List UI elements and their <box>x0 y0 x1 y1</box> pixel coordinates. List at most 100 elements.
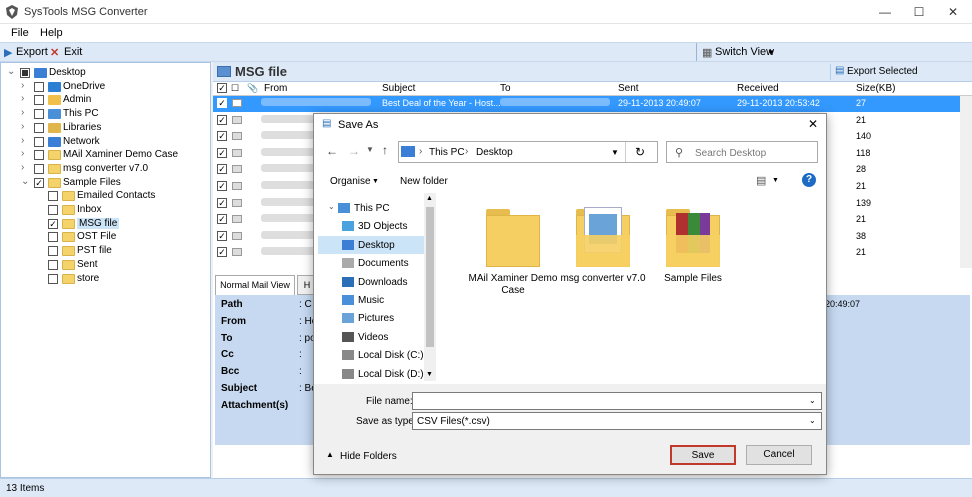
recent-chevron-icon[interactable]: ▼ <box>366 145 374 154</box>
menu-file[interactable]: File <box>11 27 29 39</box>
col-sent[interactable]: Sent <box>618 83 639 94</box>
menu-help[interactable]: Help <box>40 27 63 39</box>
nav-item[interactable]: 3D Objects <box>318 217 424 235</box>
tree-item[interactable]: ⌄ ✓ Sample Files <box>1 176 210 190</box>
expand-chevron-icon[interactable]: › <box>21 121 24 132</box>
expand-chevron-icon[interactable]: › <box>21 93 24 104</box>
row-checkbox[interactable]: ✓ <box>217 147 227 158</box>
nav-item[interactable]: Downloads <box>318 273 424 291</box>
expand-chevron-icon[interactable]: ⌄ <box>7 66 15 77</box>
search-box[interactable]: ⚲ Search Desktop <box>666 141 818 163</box>
tree-checkbox[interactable] <box>34 136 44 147</box>
refresh-icon[interactable]: ↻ <box>635 145 645 159</box>
organise-menu[interactable]: Organise <box>330 176 371 187</box>
expand-chevron-icon[interactable]: ⌄ <box>328 202 335 211</box>
tree-item[interactable]: Sent <box>1 259 210 272</box>
nav-item[interactable]: Music <box>318 291 424 309</box>
tab-normal-mail-view[interactable]: Normal Mail View <box>215 275 295 295</box>
help-icon[interactable]: ? <box>802 173 816 187</box>
expand-chevron-icon[interactable]: › <box>21 80 24 91</box>
expand-chevron-icon[interactable]: › <box>21 162 24 173</box>
col-to[interactable]: To <box>500 83 511 94</box>
file-name-input[interactable]: ⌄ <box>412 392 822 410</box>
col-received[interactable]: Received <box>737 83 779 94</box>
tree-checkbox[interactable] <box>34 163 44 174</box>
scroll-up-icon[interactable]: ▲ <box>426 195 433 202</box>
row-checkbox[interactable]: ✓ <box>217 181 227 191</box>
tree-checkbox[interactable] <box>48 191 58 202</box>
folder-item[interactable]: MAil Xaminer Demo Case <box>468 207 558 307</box>
forward-arrow-icon[interactable]: → <box>348 144 360 158</box>
minimize-icon[interactable]: — <box>868 0 902 24</box>
tree-item[interactable]: › MAil Xaminer Demo Case <box>1 148 210 162</box>
view-chevron-icon[interactable]: ▼ <box>772 177 779 184</box>
tree-item[interactable]: › Admin <box>1 93 210 107</box>
breadcrumb-desktop[interactable]: Desktop <box>476 147 513 158</box>
tree-item[interactable]: › OneDrive <box>1 80 210 94</box>
nav-item[interactable]: Local Disk (C:) <box>318 346 424 364</box>
tree-item[interactable]: PST file <box>1 245 210 258</box>
save-button[interactable]: Save <box>670 445 736 465</box>
file-name-dropdown-icon[interactable]: ⌄ <box>809 396 816 405</box>
expand-chevron-icon[interactable]: › <box>21 107 24 118</box>
view-options-icon[interactable]: ▤ <box>756 174 766 187</box>
tree-checkbox[interactable] <box>48 259 58 270</box>
row-checkbox[interactable]: ✓ <box>217 164 227 175</box>
col-size[interactable]: Size(KB) <box>856 83 895 94</box>
tree-item[interactable]: Emailed Contacts <box>1 190 210 203</box>
save-type-select[interactable]: CSV Files(*.csv) ⌄ <box>412 412 822 430</box>
export-button[interactable]: Export <box>16 46 48 58</box>
tree-checkbox[interactable]: ✓ <box>34 177 44 188</box>
save-type-dropdown-icon[interactable]: ⌄ <box>809 416 816 425</box>
nav-item[interactable]: Videos <box>318 328 424 346</box>
cancel-button[interactable]: Cancel <box>746 445 812 465</box>
tree-checkbox[interactable] <box>34 81 44 92</box>
tree-checkbox[interactable] <box>34 150 44 161</box>
tree-item[interactable]: › Network <box>1 135 210 149</box>
tree-checkbox[interactable] <box>34 95 44 106</box>
export-selected-button[interactable]: ▤ Export Selected <box>830 64 970 80</box>
expand-chevron-icon[interactable]: › <box>21 148 24 159</box>
scroll-down-icon[interactable]: ▼ <box>426 371 433 378</box>
tree-item[interactable]: › Libraries <box>1 121 210 135</box>
tree-item[interactable]: › msg converter v7.0 <box>1 162 210 176</box>
nav-item[interactable]: Pictures <box>318 309 424 327</box>
tree-item[interactable]: OST File <box>1 231 210 244</box>
dialog-close-icon[interactable]: ✕ <box>808 117 818 131</box>
address-bar[interactable]: › This PC › Desktop ▼ ↻ <box>398 141 658 163</box>
scroll-thumb[interactable] <box>426 207 434 347</box>
row-checkbox[interactable]: ✓ <box>217 214 227 225</box>
back-arrow-icon[interactable]: ← <box>326 144 338 158</box>
row-checkbox[interactable]: ✓ <box>217 131 227 142</box>
tree-item[interactable]: ✓ MSG file <box>1 217 210 231</box>
expand-chevron-icon[interactable]: ⌄ <box>21 176 29 187</box>
breadcrumb-this-pc[interactable]: This PC <box>429 147 465 158</box>
tree-checkbox[interactable] <box>48 273 58 284</box>
folder-item[interactable]: Sample Files <box>648 207 738 307</box>
row-checkbox[interactable]: ✓ <box>217 98 227 108</box>
close-icon[interactable]: ✕ <box>936 0 970 24</box>
tree-checkbox[interactable] <box>34 122 44 133</box>
row-checkbox[interactable]: ✓ <box>217 247 227 258</box>
maximize-icon[interactable]: ☐ <box>902 0 936 24</box>
exit-button[interactable]: Exit <box>64 46 82 58</box>
tree-checkbox[interactable] <box>48 205 58 215</box>
nav-item[interactable]: Documents <box>318 254 424 272</box>
tree-checkbox[interactable] <box>48 246 58 257</box>
tree-item[interactable]: › This PC <box>1 107 210 121</box>
nav-item[interactable]: ⌄ This PC <box>318 199 424 217</box>
col-from[interactable]: From <box>264 83 287 94</box>
up-arrow-icon[interactable]: ↑ <box>382 143 388 157</box>
tree-item[interactable]: ⌄ Desktop <box>1 66 210 80</box>
new-folder-button[interactable]: New folder <box>400 176 448 187</box>
address-dropdown-icon[interactable]: ▼ <box>611 148 619 157</box>
expand-chevron-icon[interactable]: › <box>21 135 24 146</box>
select-all-checkbox[interactable]: ✓ <box>217 83 227 93</box>
tree-checkbox[interactable] <box>34 109 44 120</box>
hide-folders-button[interactable]: Hide Folders <box>340 451 397 462</box>
tree-checkbox[interactable] <box>48 232 58 243</box>
nav-item[interactable]: Local Disk (D:) <box>318 365 424 383</box>
col-subject[interactable]: Subject <box>382 83 415 94</box>
row-checkbox[interactable]: ✓ <box>217 197 227 208</box>
tree-checkbox[interactable] <box>20 68 30 78</box>
